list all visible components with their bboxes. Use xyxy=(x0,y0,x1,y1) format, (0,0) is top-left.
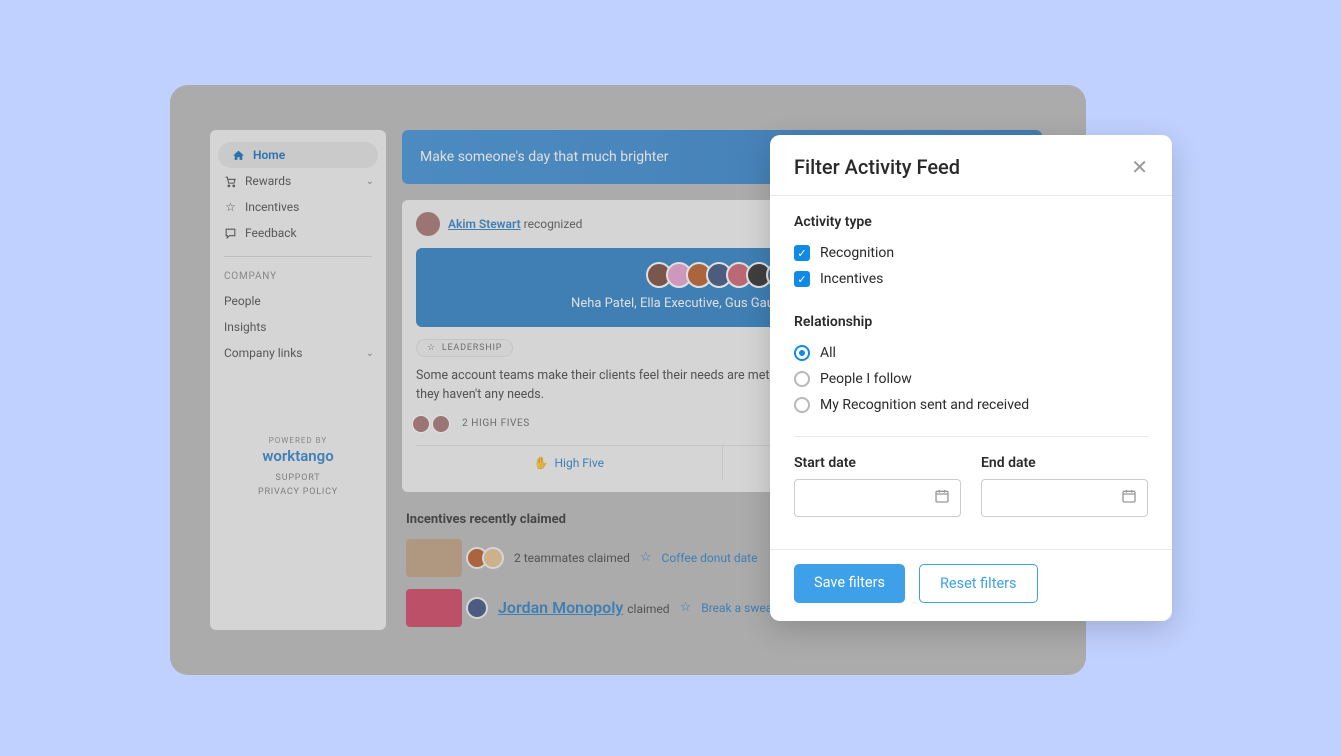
author-avatar xyxy=(416,212,440,236)
date-range: Start date End date xyxy=(794,455,1148,517)
save-filters-button[interactable]: Save filters xyxy=(794,564,905,603)
modal-footer: Save filters Reset filters xyxy=(770,549,1172,621)
incentive-link[interactable]: Break a sweat xyxy=(701,601,776,615)
nav-rewards[interactable]: Rewards ⌄ xyxy=(210,168,386,194)
avatar xyxy=(412,415,430,433)
incentive-link[interactable]: Coffee donut date xyxy=(662,551,758,565)
company-header: COMPANY xyxy=(210,267,386,288)
modal-body: Activity type ✓ Recognition ✓ Incentives… xyxy=(770,196,1172,549)
incentive-text: 2 teammates claimed xyxy=(514,551,630,565)
incentives-title: Incentives recently claimed xyxy=(406,512,566,527)
incentive-text: Jordan Monopoly claimed xyxy=(498,598,670,617)
relationship-label: Relationship xyxy=(794,314,1148,330)
sidebar: Home Rewards ⌄ ☆ Incentives Feedback COM… xyxy=(210,130,386,630)
claimers xyxy=(472,547,504,569)
star-icon: ☆ xyxy=(224,201,237,214)
incentive-thumb xyxy=(406,589,462,627)
nav-incentives[interactable]: ☆ Incentives xyxy=(210,194,386,220)
checkbox-recognition[interactable]: ✓ Recognition xyxy=(794,240,1148,266)
hand-icon: ✋ xyxy=(534,456,549,470)
leadership-badge: ☆ LEADERSHIP xyxy=(416,339,513,357)
radio-all[interactable]: All xyxy=(794,340,1148,366)
checkbox-icon: ✓ xyxy=(794,271,810,287)
user-link[interactable]: Jordan Monopoly xyxy=(498,598,623,617)
support-link[interactable]: SUPPORT xyxy=(210,473,386,483)
badge-label: LEADERSHIP xyxy=(442,343,502,353)
end-date-input[interactable] xyxy=(981,479,1148,517)
brand-logo: worktango xyxy=(210,447,386,465)
checkbox-incentives[interactable]: ✓ Incentives xyxy=(794,266,1148,292)
privacy-link[interactable]: PRIVACY POLICY xyxy=(210,487,386,497)
company-item-label: People xyxy=(224,294,261,308)
star-icon: ☆ xyxy=(680,600,692,615)
home-icon xyxy=(232,149,245,162)
start-date-label: Start date xyxy=(794,455,961,471)
activity-type-label: Activity type xyxy=(794,214,1148,230)
close-icon[interactable]: ✕ xyxy=(1131,155,1148,179)
radio-label: People I follow xyxy=(820,371,912,387)
chat-icon xyxy=(224,227,237,240)
company-links[interactable]: Company links ⌄ xyxy=(210,340,386,366)
high-five-button[interactable]: ✋ High Five xyxy=(416,446,723,480)
calendar-icon xyxy=(934,488,950,508)
start-date-input[interactable] xyxy=(794,479,961,517)
radio-follow[interactable]: People I follow xyxy=(794,366,1148,392)
modal-header: Filter Activity Feed ✕ xyxy=(770,135,1172,196)
calendar-icon xyxy=(1121,488,1137,508)
checkbox-icon: ✓ xyxy=(794,245,810,261)
radio-icon xyxy=(794,345,810,361)
nav-label: Incentives xyxy=(245,200,299,214)
nav-home[interactable]: Home xyxy=(218,142,378,168)
reset-filters-button[interactable]: Reset filters xyxy=(919,564,1038,603)
incentive-thumb xyxy=(406,539,462,577)
radio-label: All xyxy=(820,345,836,361)
company-insights[interactable]: Insights xyxy=(210,314,386,340)
claimed-verb: claimed xyxy=(627,602,669,616)
nav-feedback[interactable]: Feedback xyxy=(210,220,386,246)
divider xyxy=(224,256,372,257)
nav-label: Feedback xyxy=(245,226,297,240)
chevron-down-icon: ⌄ xyxy=(366,348,374,359)
checkbox-label: Incentives xyxy=(820,271,883,287)
post-author-text: Akim Stewart recognized xyxy=(448,217,582,231)
nav-label: Rewards xyxy=(245,174,291,188)
avatar xyxy=(432,415,450,433)
powered-by: POWERED BY xyxy=(210,436,386,445)
cart-icon xyxy=(224,175,237,188)
avatar xyxy=(482,547,504,569)
nav-label: Home xyxy=(253,148,285,162)
post-verb: recognized xyxy=(524,217,583,231)
modal-title: Filter Activity Feed xyxy=(794,155,960,179)
banner-text: Make someone's day that much brighter xyxy=(420,149,669,165)
company-item-label: Insights xyxy=(224,320,266,334)
star-icon: ☆ xyxy=(427,343,436,353)
chevron-down-icon: ⌄ xyxy=(366,176,374,187)
author-link[interactable]: Akim Stewart xyxy=(448,217,521,231)
claimers xyxy=(472,597,488,619)
end-date-label: End date xyxy=(981,455,1148,471)
high-five-count: 2 HIGH FIVES xyxy=(462,418,530,429)
radio-my-recognition[interactable]: My Recognition sent and received xyxy=(794,392,1148,418)
radio-label: My Recognition sent and received xyxy=(820,397,1029,413)
company-item-label: Company links xyxy=(224,346,302,360)
star-icon: ☆ xyxy=(640,550,652,565)
action-label: High Five xyxy=(555,456,604,470)
company-people[interactable]: People xyxy=(210,288,386,314)
checkbox-label: Recognition xyxy=(820,245,894,261)
filter-modal: Filter Activity Feed ✕ Activity type ✓ R… xyxy=(770,135,1172,621)
radio-icon xyxy=(794,397,810,413)
divider xyxy=(794,436,1148,437)
avatar xyxy=(466,597,488,619)
radio-icon xyxy=(794,371,810,387)
